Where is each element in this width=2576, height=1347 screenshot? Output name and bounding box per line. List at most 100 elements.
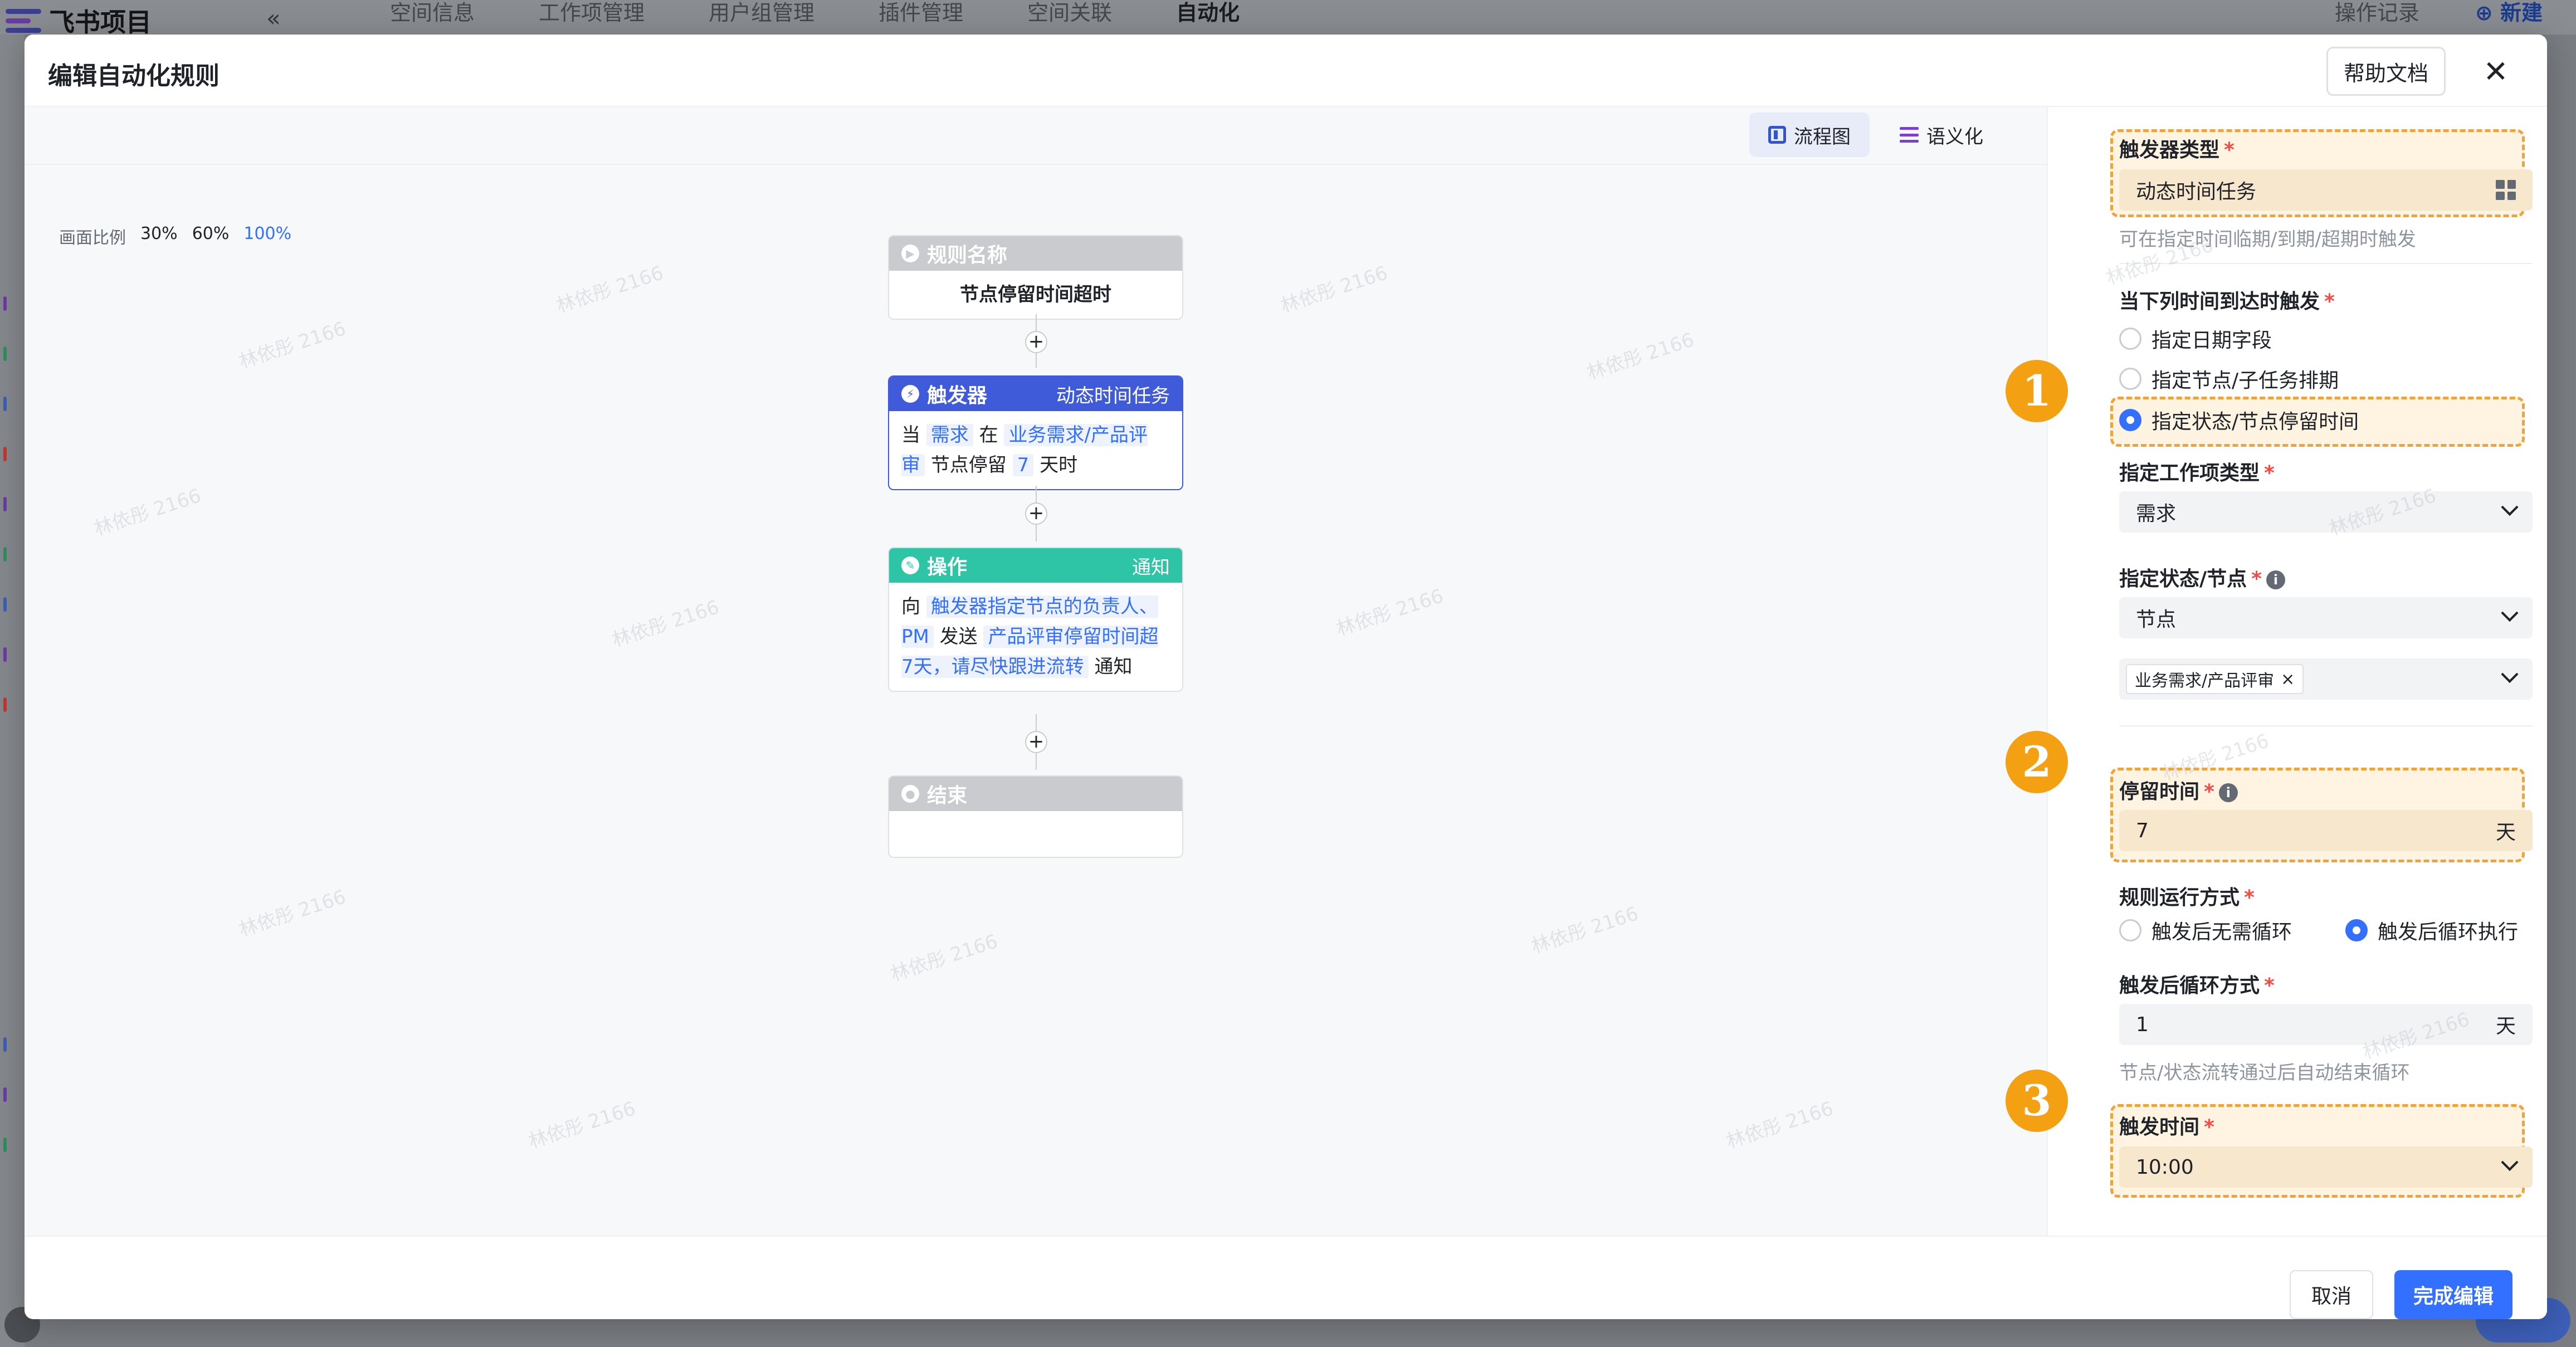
loop-label-text: 触发后循环方式	[2119, 974, 2260, 997]
end-header: ● 结束	[889, 777, 1182, 811]
action-text: 发送	[939, 626, 978, 648]
trigger-type-select[interactable]: 动态时间任务	[2119, 169, 2533, 211]
trigger-time-value: 10:00	[2136, 1155, 2194, 1179]
work-item-type-value: 需求	[2136, 502, 2177, 525]
background-right-links: 操作记录 ⊕ 新建	[2335, 0, 2543, 26]
trigger-type-label: 触发器类型 *	[2119, 134, 2235, 163]
tab-plugins[interactable]: 插件管理	[879, 0, 963, 26]
wrench-icon: ✎	[901, 557, 919, 574]
app-logo: 飞书项目	[6, 2, 152, 39]
action-summary: 向 触发器指定节点的负责人、PM 发送 产品评审停留时间超7天，请尽快跟进流转 …	[889, 583, 1182, 691]
when-option-label: 指定状态/节点停留时间	[2151, 411, 2359, 433]
modal-title: 编辑自动化规则	[48, 62, 219, 90]
tag-close-icon[interactable]: ×	[2281, 670, 2295, 689]
state-node-value: 节点	[2136, 608, 2177, 631]
flowchart-icon	[1768, 126, 1786, 144]
flow-view-button[interactable]: 流程图	[1749, 113, 1870, 157]
divider	[2119, 263, 2533, 264]
trigger-time-select[interactable]: 10:00	[2119, 1146, 2533, 1188]
help-docs-button[interactable]: 帮助文档	[2326, 47, 2446, 96]
rule-name-header: ▶ 规则名称	[889, 236, 1182, 271]
trigger-type-helper: 可在指定时间临期/到期/超期时触发	[2119, 228, 2416, 251]
config-panel: 触发器类型 * 动态时间任务 可在指定时间临期/到期/超期时触发 当下列时间到达时…	[2047, 107, 2547, 1236]
add-step-button[interactable]: +	[1025, 331, 1047, 353]
trigger-text: 节点停留	[930, 454, 1007, 476]
background-tabs: 空间信息 工作项管理 用户组管理 插件管理 空间关联 自动化	[390, 0, 1240, 26]
chevron-down-icon	[2501, 1153, 2519, 1172]
add-step-button[interactable]: +	[1025, 731, 1047, 753]
close-icon[interactable]: ✕	[2478, 53, 2514, 89]
radio-button[interactable]	[2119, 368, 2141, 390]
stay-time-unit: 天	[2495, 821, 2516, 844]
divider	[2119, 725, 2533, 726]
chevron-down-icon	[2501, 665, 2519, 684]
trigger-type-value: 动态时间任务	[2136, 180, 2257, 203]
background-topbar: 飞书项目 « 空间信息 工作项管理 用户组管理 插件管理 空间关联 自动化 操作…	[0, 0, 2576, 37]
radio-button[interactable]	[2119, 919, 2141, 941]
action-node[interactable]: ✎ 操作 通知 向 触发器指定节点的负责人、PM 发送 产品评审停留时间超7天，…	[888, 547, 1183, 692]
tab-user-group[interactable]: 用户组管理	[709, 0, 814, 26]
add-step-button[interactable]: +	[1025, 502, 1047, 525]
trigger-summary: 当 需求 在 业务需求/产品评审 节点停留 7 天时	[889, 411, 1182, 489]
zoom-scale: 画面比例 30% 60% 100%	[59, 224, 291, 248]
play-icon: ▶	[901, 245, 919, 262]
radio-button-selected[interactable]	[2119, 409, 2141, 431]
modal-header: 编辑自动化规则 帮助文档 ✕	[25, 35, 2547, 107]
run-mode-loop[interactable]: 触发后循环执行	[2345, 916, 2518, 945]
work-item-type-select[interactable]: 需求	[2119, 491, 2533, 533]
end-header-label: 结束	[927, 784, 968, 807]
done-button[interactable]: 完成编辑	[2394, 1270, 2512, 1319]
flow-canvas[interactable]: 流程图 语义化 画面比例 30% 60% 100% ▶ 规则名称 节点停留时间超…	[25, 107, 2047, 1236]
callout-badge-2: 2	[2006, 731, 2068, 793]
stay-time-input[interactable]: 7 天	[2119, 810, 2533, 851]
tab-automation[interactable]: 自动化	[1176, 0, 1240, 26]
work-item-type-label-text: 指定工作项类型	[2119, 462, 2260, 485]
rule-name-node[interactable]: ▶ 规则名称 节点停留时间超时	[888, 235, 1183, 320]
loop-value: 1	[2136, 1013, 2149, 1036]
run-mode-label-text: 规则运行方式	[2119, 886, 2240, 909]
state-node-label-text: 指定状态/节点	[2119, 568, 2247, 590]
background-sidebar	[0, 35, 25, 1347]
tab-work-item[interactable]: 工作项管理	[539, 0, 645, 26]
loop-interval-input[interactable]: 1 天	[2119, 1004, 2533, 1045]
tab-space-info[interactable]: 空间信息	[390, 0, 475, 26]
info-icon[interactable]: i	[2218, 783, 2238, 802]
stay-time-value: 7	[2136, 819, 2149, 842]
radio-button[interactable]	[2119, 328, 2141, 350]
action-header-label: 操作	[927, 556, 968, 579]
required-mark: *	[2204, 780, 2214, 803]
zoom-option-30[interactable]: 30%	[140, 224, 178, 248]
work-item-type-label: 指定工作项类型 *	[2119, 457, 2275, 486]
logo-icon	[6, 6, 41, 36]
run-mode-option-label: 触发后循环执行	[2378, 921, 2519, 944]
info-icon[interactable]: i	[2266, 570, 2285, 589]
tab-space-link[interactable]: 空间关联	[1027, 0, 1112, 26]
run-mode-no-loop[interactable]: 触发后无需循环	[2119, 916, 2292, 945]
when-option-label: 指定日期字段	[2151, 329, 2272, 352]
callout-badge-3: 3	[2006, 1070, 2068, 1132]
zoom-option-100[interactable]: 100%	[243, 224, 291, 248]
trigger-node[interactable]: ⚡ 触发器 动态时间任务 当 需求 在 业务需求/产品评审 节点停留 7 天时	[888, 375, 1183, 490]
action-header: ✎ 操作 通知	[889, 548, 1182, 583]
required-mark: *	[2324, 290, 2335, 313]
loop-unit: 天	[2495, 1015, 2516, 1038]
when-option-label: 指定节点/子任务排期	[2151, 369, 2339, 392]
required-mark: *	[2264, 462, 2275, 485]
trigger-text: 天时	[1040, 454, 1078, 476]
operation-log-link[interactable]: 操作记录	[2335, 0, 2419, 26]
collapse-sidebar-icon[interactable]: «	[266, 4, 281, 32]
zoom-option-60[interactable]: 60%	[192, 224, 230, 248]
required-mark: *	[2204, 1116, 2214, 1139]
state-node-select[interactable]: 节点	[2119, 597, 2533, 638]
when-option-node-schedule[interactable]: 指定节点/子任务排期	[2119, 364, 2339, 393]
node-multi-select[interactable]: 业务需求/产品评审 ×	[2119, 658, 2533, 700]
trigger-days-token: 7	[1012, 454, 1034, 476]
run-mode-label: 规则运行方式 *	[2119, 881, 2255, 910]
when-option-date-field[interactable]: 指定日期字段	[2119, 324, 2272, 353]
when-option-state-stay[interactable]: 指定状态/节点停留时间	[2119, 406, 2359, 435]
semantic-view-button[interactable]: 语义化	[1881, 113, 2002, 157]
new-button[interactable]: ⊕ 新建	[2475, 0, 2543, 26]
cancel-button[interactable]: 取消	[2290, 1270, 2373, 1319]
radio-button-selected[interactable]	[2345, 919, 2368, 941]
trigger-header-label: 触发器	[927, 384, 988, 407]
